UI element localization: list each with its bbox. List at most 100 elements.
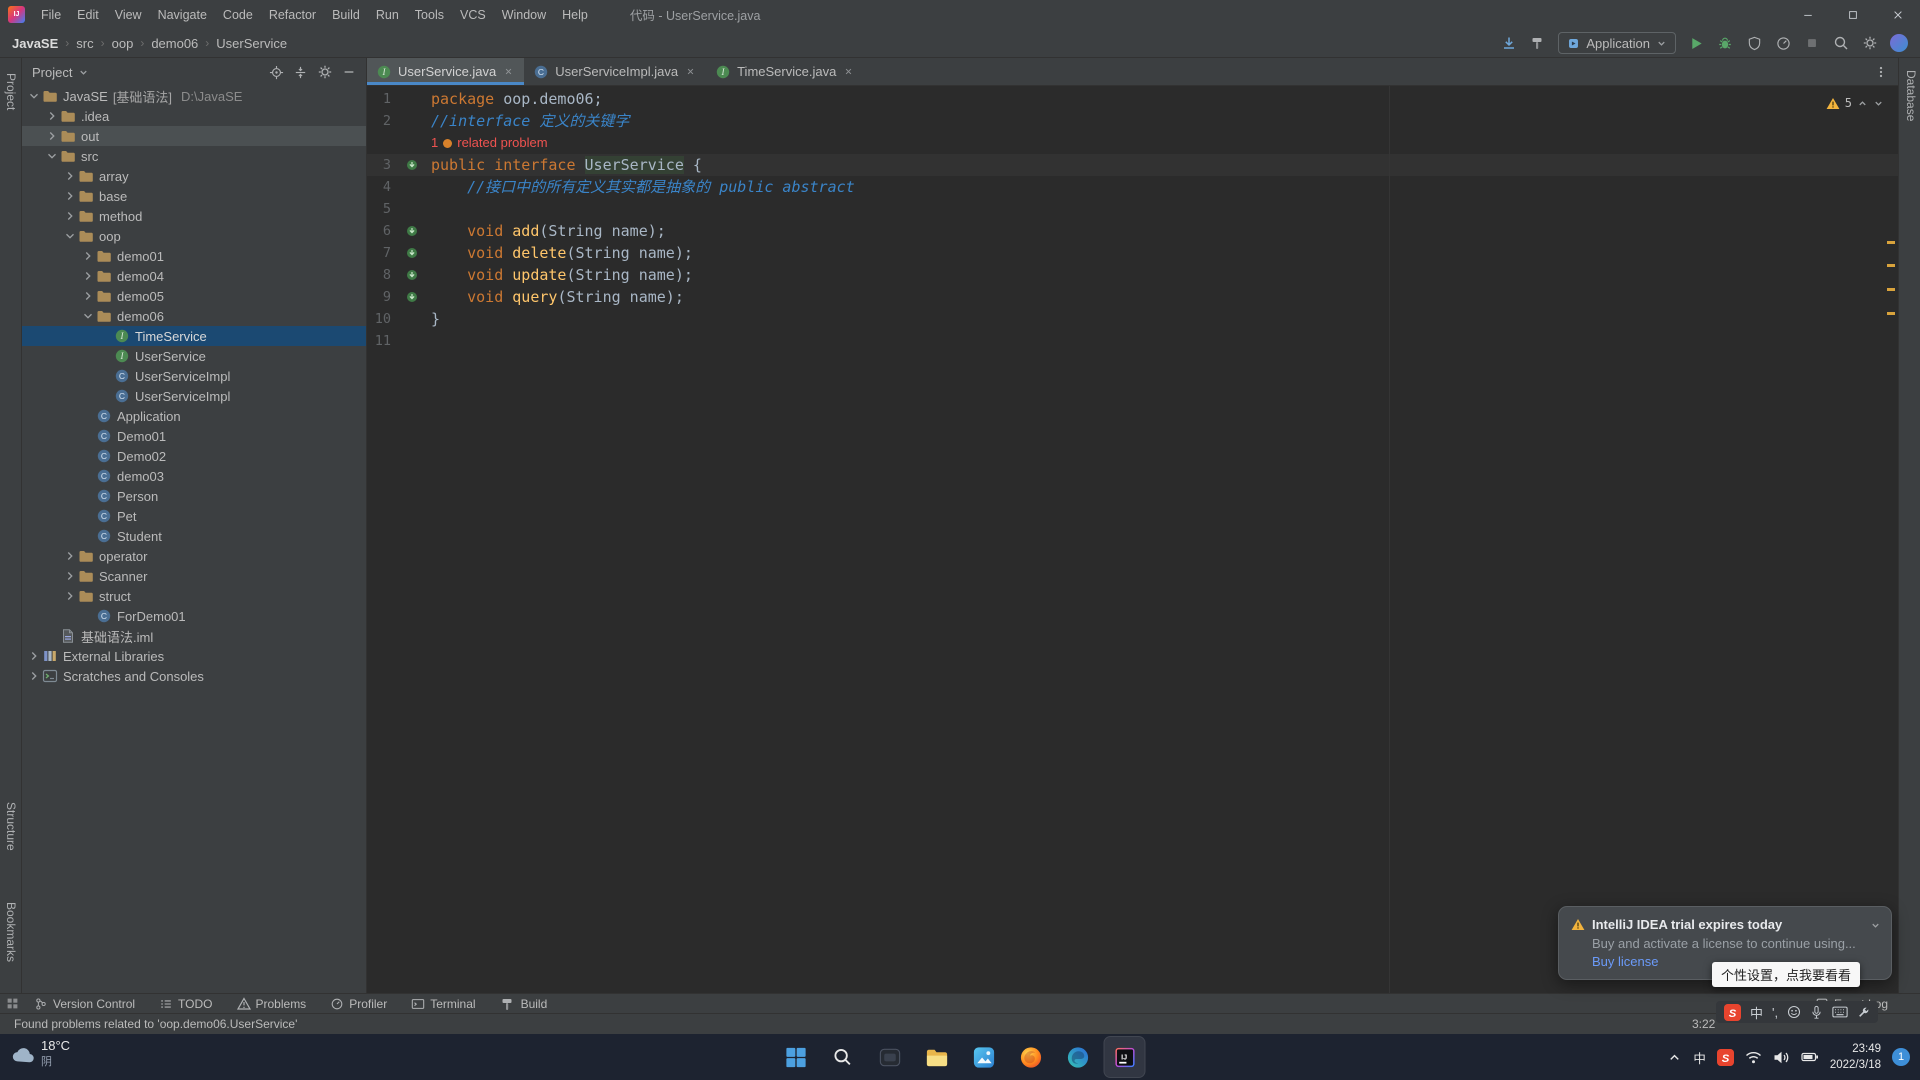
tree-item-struct[interactable]: struct xyxy=(22,586,366,606)
toolwindow-version-control[interactable]: Version Control xyxy=(34,996,135,1012)
taskbar-app-search[interactable] xyxy=(823,1037,863,1077)
warning-stripe-mark[interactable] xyxy=(1887,264,1895,267)
tool-stripe-bookmarks[interactable]: Bookmarks xyxy=(4,902,18,962)
toolwindow-build[interactable]: Build xyxy=(500,996,548,1012)
chevron-closed-icon[interactable] xyxy=(62,549,77,563)
chevron-closed-icon[interactable] xyxy=(44,109,59,123)
tree-item-scratches-and-consoles[interactable]: Scratches and Consoles xyxy=(22,666,366,686)
chevron-closed-icon[interactable] xyxy=(80,289,95,303)
menu-window[interactable]: Window xyxy=(494,0,554,29)
menu-vcs[interactable]: VCS xyxy=(452,0,494,29)
toolwindow-profiler[interactable]: Profiler xyxy=(330,996,387,1012)
tool-stripe-database[interactable]: Database xyxy=(1904,70,1918,121)
warning-stripe-mark[interactable] xyxy=(1887,241,1895,244)
weather-widget[interactable]: 18°C 阴 xyxy=(10,1038,70,1069)
taskbar-app-task-view[interactable] xyxy=(870,1037,910,1077)
tab-close-icon[interactable] xyxy=(502,65,515,78)
taskbar-app-file-explorer[interactable] xyxy=(917,1037,957,1077)
close-button[interactable] xyxy=(1875,0,1920,29)
user-avatar[interactable] xyxy=(1890,34,1908,52)
taskbar-app-photos[interactable] xyxy=(964,1037,1004,1077)
menu-navigate[interactable]: Navigate xyxy=(150,0,215,29)
tool-stripe-structure[interactable]: Structure xyxy=(4,802,18,851)
tree-item-student[interactable]: CStudent xyxy=(22,526,366,546)
code-line[interactable]: 7 void delete(String name); xyxy=(367,242,1898,264)
collapse-all-icon[interactable] xyxy=(293,65,308,80)
next-problem-icon[interactable] xyxy=(1873,98,1884,109)
chevron-up-icon[interactable] xyxy=(1667,1050,1682,1065)
implemented-gutter-icon[interactable] xyxy=(401,225,423,237)
tab-userserviceimpl-java[interactable]: CUserServiceImpl.java xyxy=(524,58,706,85)
toolwindow-terminal[interactable]: Terminal xyxy=(411,996,475,1012)
code-line[interactable]: 4 //接口中的所有定义其实都是抽象的 public abstract xyxy=(367,176,1898,198)
tab-options-icon[interactable] xyxy=(1874,65,1888,79)
tree-item-demo01[interactable]: demo01 xyxy=(22,246,366,266)
tree-item-demo01[interactable]: CDemo01 xyxy=(22,426,366,446)
toolwindow-problems[interactable]: Problems xyxy=(237,996,307,1012)
breadcrumb-src[interactable]: src xyxy=(76,36,93,51)
chevron-closed-icon[interactable] xyxy=(26,669,41,683)
minimize-button[interactable] xyxy=(1785,0,1830,29)
tree-item-基础语法-iml[interactable]: 基础语法.iml xyxy=(22,626,366,646)
code-line[interactable]: 1package oop.demo06; xyxy=(367,88,1898,110)
tree-item-userserviceimpl[interactable]: CUserServiceImpl xyxy=(22,366,366,386)
taskbar-app-intellij[interactable]: IJ xyxy=(1105,1037,1145,1077)
coverage-button[interactable] xyxy=(1745,34,1763,52)
tree-item-scanner[interactable]: Scanner xyxy=(22,566,366,586)
code-editor[interactable]: 5 1package oop.demo06;2//interface 定义的关键… xyxy=(367,86,1898,993)
chevron-closed-icon[interactable] xyxy=(80,249,95,263)
sogou-s-icon[interactable]: S xyxy=(1724,1004,1741,1021)
tab-timeservice-java[interactable]: ITimeService.java xyxy=(706,58,864,85)
taskbar-clock[interactable]: 23:49 2022/3/18 xyxy=(1830,1041,1881,1073)
tree-item-javase[interactable]: JavaSE[基础语法]D:\JavaSE xyxy=(22,86,366,106)
chevron-open-icon[interactable] xyxy=(26,89,41,103)
menu-refactor[interactable]: Refactor xyxy=(261,0,324,29)
code-line[interactable]: 10} xyxy=(367,308,1898,330)
tree-item-demo05[interactable]: demo05 xyxy=(22,286,366,306)
breadcrumb-javase[interactable]: JavaSE xyxy=(12,36,58,51)
project-panel-title[interactable]: Project xyxy=(32,65,72,80)
ime-indicator[interactable]: 中 xyxy=(1693,1048,1706,1067)
stop-button[interactable] xyxy=(1803,34,1821,52)
tree-item-idea[interactable]: .idea xyxy=(22,106,366,126)
tree-item-method[interactable]: method xyxy=(22,206,366,226)
tree-item-demo04[interactable]: demo04 xyxy=(22,266,366,286)
battery-icon[interactable] xyxy=(1801,1050,1819,1064)
sogou-s-icon[interactable]: S xyxy=(1717,1049,1734,1066)
wifi-icon[interactable] xyxy=(1745,1050,1762,1065)
notification-badge[interactable]: 1 xyxy=(1892,1048,1910,1066)
code-line[interactable]: 5 xyxy=(367,198,1898,220)
build-project-icon[interactable] xyxy=(1529,34,1547,52)
volume-icon[interactable] xyxy=(1773,1050,1790,1065)
chevron-open-icon[interactable] xyxy=(44,149,59,163)
prev-problem-icon[interactable] xyxy=(1857,98,1868,109)
menu-help[interactable]: Help xyxy=(554,0,596,29)
tree-item-timeservice[interactable]: ITimeService xyxy=(22,326,366,346)
search-everywhere-icon[interactable] xyxy=(1832,34,1850,52)
maximize-button[interactable] xyxy=(1830,0,1875,29)
gear-icon[interactable] xyxy=(317,64,333,80)
chevron-open-icon[interactable] xyxy=(62,229,77,243)
tree-item-demo06[interactable]: demo06 xyxy=(22,306,366,326)
tree-item-src[interactable]: src xyxy=(22,146,366,166)
tab-close-icon[interactable] xyxy=(684,65,697,78)
chevron-closed-icon[interactable] xyxy=(44,129,59,143)
keyboard-icon[interactable] xyxy=(1832,1006,1848,1018)
menu-file[interactable]: File xyxy=(33,0,69,29)
tree-item-operator[interactable]: operator xyxy=(22,546,366,566)
debug-button[interactable] xyxy=(1716,34,1734,52)
caret-position[interactable]: 3:22 xyxy=(1692,1017,1715,1031)
tree-item-base[interactable]: base xyxy=(22,186,366,206)
chevron-closed-icon[interactable] xyxy=(62,209,77,223)
collapse-notification-icon[interactable] xyxy=(1870,920,1881,931)
code-line[interactable]: 9 void query(String name); xyxy=(367,286,1898,308)
tree-item-oop[interactable]: oop xyxy=(22,226,366,246)
tree-item-application[interactable]: CApplication xyxy=(22,406,366,426)
tool-window-switcher-icon[interactable] xyxy=(6,997,19,1010)
implemented-gutter-icon[interactable] xyxy=(401,291,423,303)
menu-run[interactable]: Run xyxy=(368,0,407,29)
implemented-gutter-icon[interactable] xyxy=(401,159,423,171)
tree-item-fordemo01[interactable]: CForDemo01 xyxy=(22,606,366,626)
tree-item-person[interactable]: CPerson xyxy=(22,486,366,506)
tree-item-external-libraries[interactable]: External Libraries xyxy=(22,646,366,666)
